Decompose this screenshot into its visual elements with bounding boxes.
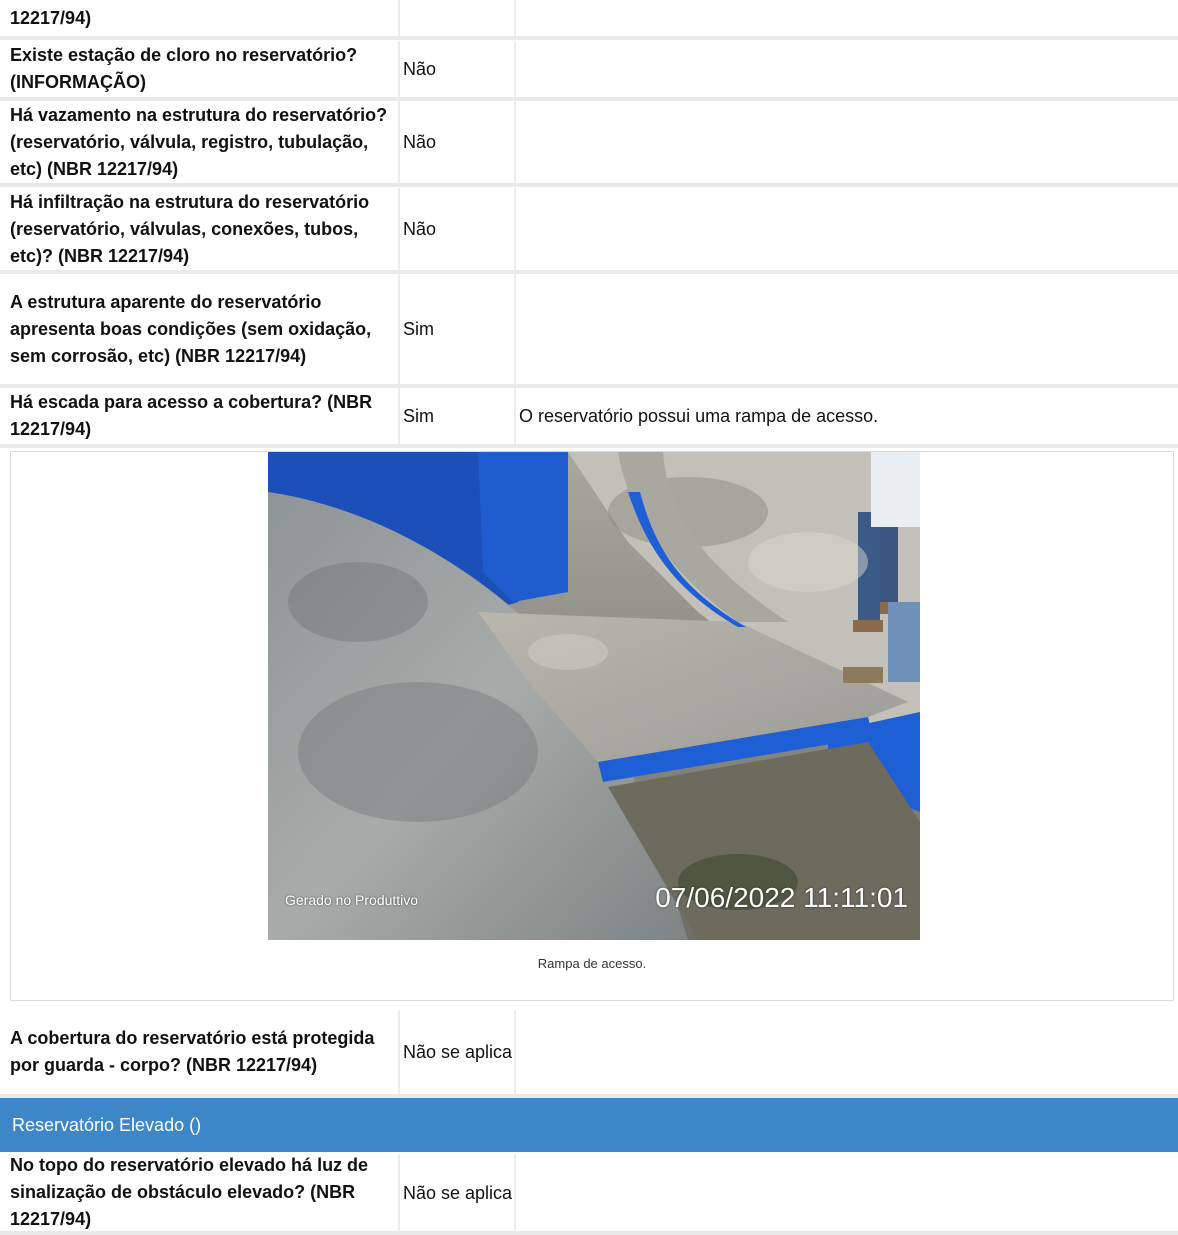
photo-image bbox=[268, 452, 920, 940]
table-row: Há escada para acesso a cobertura? (NBR … bbox=[0, 388, 1178, 448]
table-row: Existe estação de cloro no reservatório?… bbox=[0, 41, 1178, 101]
question-text: 12217/94) bbox=[10, 7, 92, 28]
site-photo[interactable]: Gerado no Produttivo 07/06/2022 11:11:01 bbox=[268, 452, 920, 940]
note-text: O reservatório possui uma rampa de acess… bbox=[514, 388, 1178, 444]
answer-text: Não bbox=[398, 188, 514, 270]
answer-text: Não bbox=[398, 41, 514, 97]
answer-text: Não se aplica bbox=[398, 1010, 514, 1094]
note-text bbox=[514, 188, 1178, 270]
section-title: Reservatório Elevado () bbox=[12, 1114, 202, 1135]
photo-attachment: Gerado no Produttivo 07/06/2022 11:11:01… bbox=[10, 451, 1174, 1001]
note-text bbox=[514, 0, 1178, 36]
photo-watermark: Gerado no Produttivo bbox=[285, 892, 419, 908]
answer-text: Sim bbox=[398, 274, 514, 384]
note-text bbox=[514, 274, 1178, 384]
section-header: Reservatório Elevado () bbox=[0, 1098, 1178, 1152]
question-text: Há escada para acesso a cobertura? (NBR … bbox=[10, 392, 373, 439]
table-row: A estrutura aparente do reservatório apr… bbox=[0, 274, 1178, 388]
answer-text bbox=[398, 0, 514, 36]
answer-text: Não bbox=[398, 101, 514, 183]
table-row: 12217/94) bbox=[0, 0, 1178, 40]
photo-timestamp: 07/06/2022 11:11:01 bbox=[655, 882, 908, 913]
table-row: Há vazamento na estrutura do reservatóri… bbox=[0, 101, 1178, 187]
note-text bbox=[514, 1154, 1178, 1231]
answer-text: Não se aplica bbox=[398, 1154, 514, 1231]
question-text: Há infiltração na estrutura do reservató… bbox=[10, 191, 370, 266]
note-text bbox=[514, 101, 1178, 183]
question-text: A estrutura aparente do reservatório apr… bbox=[10, 291, 372, 366]
photo-caption: Rampa de acesso. bbox=[537, 956, 647, 971]
question-text: No topo do reservatório elevado há luz d… bbox=[10, 1155, 369, 1229]
question-text: Há vazamento na estrutura do reservatóri… bbox=[10, 104, 388, 179]
table-row: A cobertura do reservatório está protegi… bbox=[0, 1010, 1178, 1098]
note-text bbox=[514, 1010, 1178, 1094]
note-text bbox=[514, 41, 1178, 97]
table-row: Há infiltração na estrutura do reservató… bbox=[0, 188, 1178, 274]
table-row: No topo do reservatório elevado há luz d… bbox=[0, 1154, 1178, 1235]
question-text: A cobertura do reservatório está protegi… bbox=[10, 1028, 375, 1075]
answer-text: Sim bbox=[398, 388, 514, 444]
question-text: Existe estação de cloro no reservatório?… bbox=[10, 45, 358, 92]
